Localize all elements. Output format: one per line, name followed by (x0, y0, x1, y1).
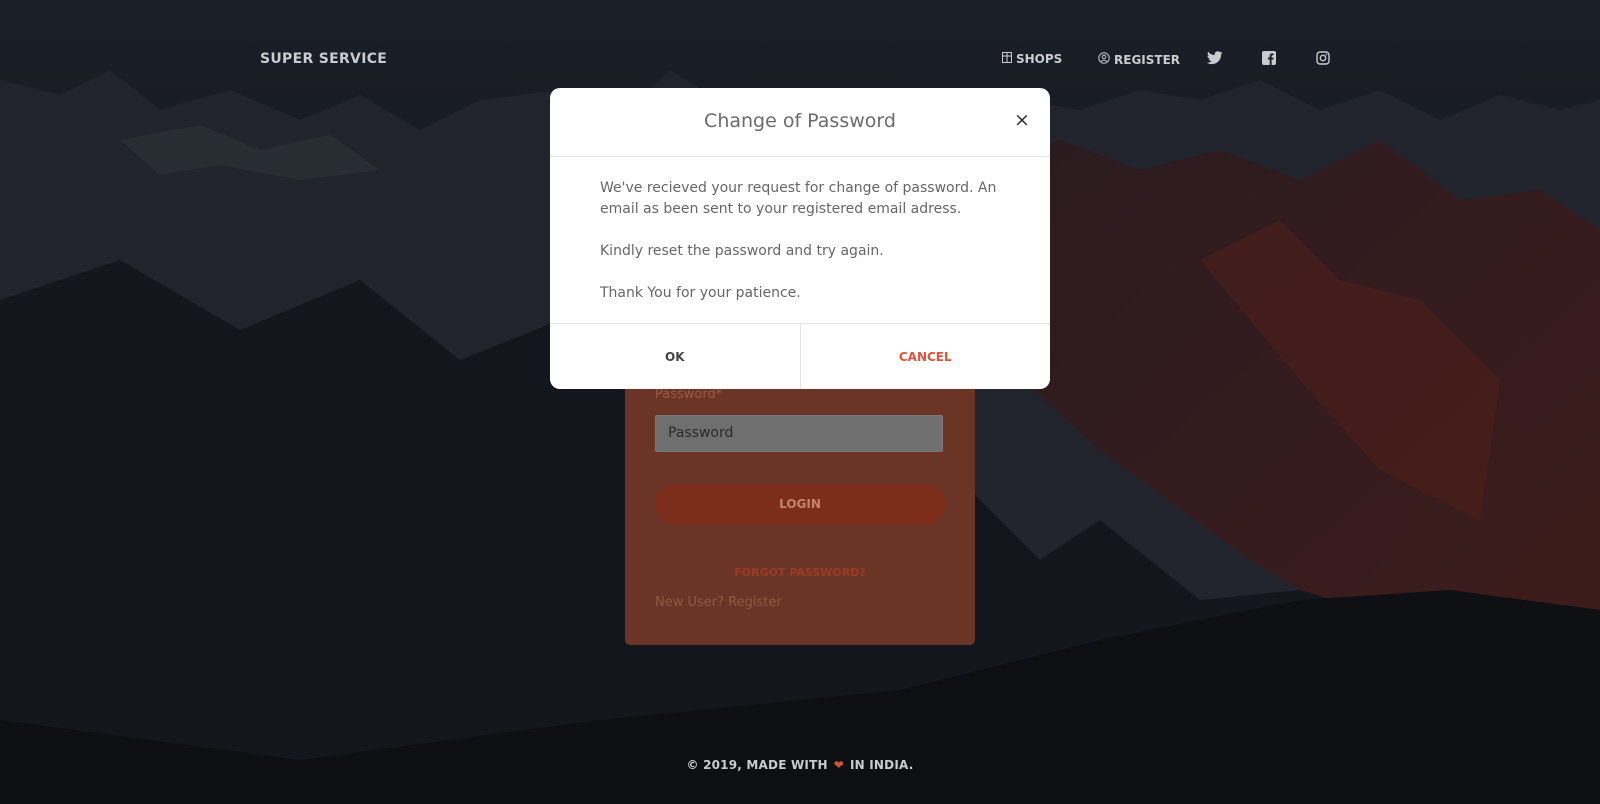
password-input[interactable]: Password (655, 415, 943, 452)
heart-icon: ❤ (833, 758, 844, 772)
page: SUPER SERVICE SHOPS REGISTER Password* P… (0, 0, 1600, 804)
nav-link-shops-label: SHOPS (1016, 52, 1063, 66)
nav-link-shops[interactable]: SHOPS (1002, 52, 1062, 66)
footer-copyright: © 2019, MADE WITH (686, 758, 828, 772)
footer: © 2019, MADE WITH ❤ IN INDIA. (0, 758, 1600, 772)
brand-logo-text[interactable]: SUPER SERVICE (260, 51, 387, 67)
modal-message-1: We've recieved your request for change o… (600, 180, 997, 217)
password-label: Password* (655, 387, 723, 402)
login-button[interactable]: LOGIN (655, 484, 945, 525)
facebook-icon[interactable] (1259, 48, 1279, 68)
twitter-icon[interactable] (1205, 48, 1225, 68)
nav-link-register-label: REGISTER (1114, 52, 1181, 67)
footer-country: IN INDIA. (849, 758, 914, 772)
close-icon[interactable]: × (1012, 110, 1032, 130)
modal-body: We've recieved your request for change o… (600, 178, 1000, 325)
modal-message-3: Thank You for your patience. (600, 285, 801, 301)
modal-title: Change of Password (704, 110, 896, 132)
user-circle-icon (1098, 52, 1110, 67)
nav-link-register[interactable]: REGISTER (1098, 52, 1180, 67)
cancel-button[interactable]: CANCEL (801, 324, 1051, 389)
modal-header: Change of Password × (550, 88, 1050, 157)
change-password-modal: Change of Password × We've recieved your… (550, 88, 1050, 389)
modal-footer: OK CANCEL (550, 323, 1050, 389)
ok-button[interactable]: OK (550, 324, 801, 389)
modal-message-2: Kindly reset the password and try again. (600, 243, 884, 259)
store-icon (1002, 52, 1012, 66)
instagram-icon[interactable] (1313, 48, 1333, 68)
forgot-password-link[interactable]: FORGOT PASSWORD? (655, 566, 945, 579)
new-user-register-link[interactable]: New User? Register (655, 595, 782, 610)
